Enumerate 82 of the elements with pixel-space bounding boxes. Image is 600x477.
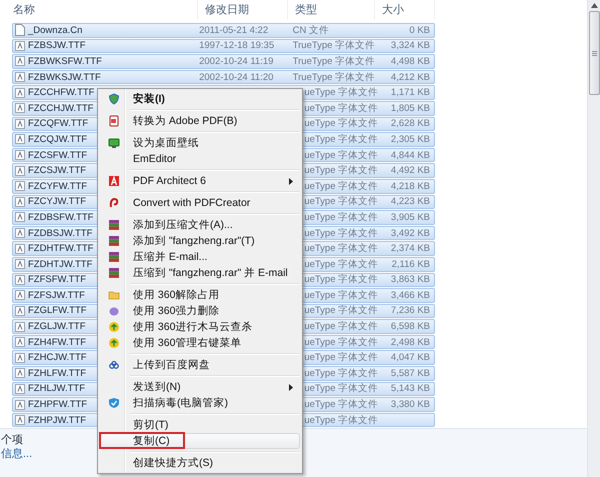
file-type: ueType 字体文件	[304, 196, 378, 208]
file-type: ueType 字体文件	[304, 87, 378, 98]
file-name: FZDHTJW.TTF	[28, 258, 92, 270]
file-name: FZHPJW.TTF	[28, 414, 86, 426]
file-type: ueType 字体文件	[304, 228, 378, 239]
file-name: FZFSJW.TTF	[28, 290, 85, 301]
file-size: 7,236 KB	[390, 305, 430, 316]
file-name: FZDBSFW.TTF	[28, 212, 94, 223]
file-type: ueType 字体文件	[304, 368, 378, 379]
file-type: ueType 字体文件	[304, 352, 378, 364]
file-size: 2,374 KB	[390, 243, 430, 254]
file-size: 3,492 KB	[390, 228, 430, 239]
file-size: 4,492 KB	[390, 165, 430, 176]
file-name: FZCCHJW.TTF	[28, 102, 94, 114]
file-size: 3,324 KB	[390, 40, 430, 52]
file-type: ueType 字体文件	[304, 305, 378, 316]
file-type: ueType 字体文件	[304, 258, 378, 270]
file-size: 3,380 KB	[390, 399, 430, 410]
file-name: FZCCHFW.TTF	[28, 87, 94, 98]
file-name: FZFSFW.TTF	[28, 274, 86, 286]
file-type: ueType 字体文件	[304, 165, 378, 176]
file-name: FZCSFW.TTF	[28, 150, 88, 161]
file-name: FZHPFW.TTF	[28, 399, 88, 410]
file-type: TrueType 字体文件	[292, 56, 376, 67]
file-name: FZCYFW.TTF	[28, 180, 88, 192]
file-type: ueType 字体文件	[304, 336, 378, 348]
file-date: 2011-05-21 4:22	[199, 24, 268, 36]
file-name: FZGLJW.TTF	[28, 321, 86, 332]
file-size: 6,598 KB	[390, 321, 430, 332]
item-count: 个项	[0, 433, 23, 447]
file-size: 3,863 KB	[390, 274, 430, 286]
file-type: ueType 字体文件	[304, 274, 378, 286]
file-size: 0 KB	[409, 24, 430, 36]
file-name: FZDHTFW.TTF	[28, 243, 94, 254]
file-size: 3,466 KB	[390, 290, 430, 301]
file-name: FZBWKSFW.TTF	[28, 56, 102, 67]
file-size: 2,628 KB	[390, 118, 430, 130]
file-size: 2,498 KB	[390, 336, 430, 348]
file-type: ueType 字体文件	[304, 150, 378, 161]
file-type: ueType 字体文件	[304, 243, 378, 254]
file-type: ueType 字体文件	[304, 212, 378, 223]
file-size: 4,498 KB	[390, 56, 430, 67]
file-size: 5,143 KB	[390, 383, 430, 394]
file-size: 4,047 KB	[390, 352, 430, 364]
file-size: 4,844 KB	[390, 150, 430, 161]
file-type: TrueType 字体文件	[292, 40, 376, 52]
file-name: FZCQFW.TTF	[28, 118, 88, 130]
file-size: 4,218 KB	[390, 180, 430, 192]
file-name: FZCSJW.TTF	[28, 165, 86, 176]
file-type: ueType 字体文件	[304, 383, 378, 394]
file-size: 5,587 KB	[390, 368, 430, 379]
file-date: 1997-12-18 19:35	[199, 40, 274, 52]
file-name: FZHLFW.TTF	[28, 368, 86, 379]
file-date: 2002-10-24 11:20	[199, 72, 274, 83]
file-name: FZCQJW.TTF	[28, 134, 88, 145]
file-type: ueType 字体文件	[304, 134, 378, 145]
file-type: ueType 字体文件	[304, 290, 378, 301]
file-type: ueType 字体文件	[304, 414, 378, 426]
file-name: FZBWKSJW.TTF	[28, 72, 101, 83]
file-name: FZDBSJW.TTF	[28, 228, 92, 239]
file-size: 3,905 KB	[390, 212, 430, 223]
file-name: FZCYJW.TTF	[28, 196, 86, 208]
file-size: 1,805 KB	[390, 102, 430, 114]
file-name: FZBSJW.TTF	[28, 40, 86, 52]
file-name: FZHCJW.TTF	[28, 352, 87, 364]
file-type: CN 文件	[292, 24, 330, 36]
file-size: 1,171 KB	[390, 87, 430, 98]
file-name: FZHLJW.TTF	[28, 383, 85, 394]
file-type: ueType 字体文件	[304, 180, 378, 192]
file-date: 2002-10-24 11:19	[199, 56, 274, 67]
file-type: TrueType 字体文件	[292, 72, 376, 83]
file-name: FZH4FW.TTF	[28, 336, 86, 348]
file-type: ueType 字体文件	[304, 118, 378, 130]
file-type: ueType 字体文件	[304, 399, 378, 410]
file-name: _Downza.Cn	[28, 24, 82, 36]
file-size: 2,116 KB	[392, 258, 430, 270]
file-type: ueType 字体文件	[304, 102, 378, 114]
file-name: FZGLFW.TTF	[28, 305, 87, 316]
file-size: 4,212 KB	[390, 72, 430, 83]
file-type: ueType 字体文件	[304, 321, 378, 332]
file-size: 4,223 KB	[390, 196, 430, 208]
file-size: 2,305 KB	[390, 134, 430, 145]
